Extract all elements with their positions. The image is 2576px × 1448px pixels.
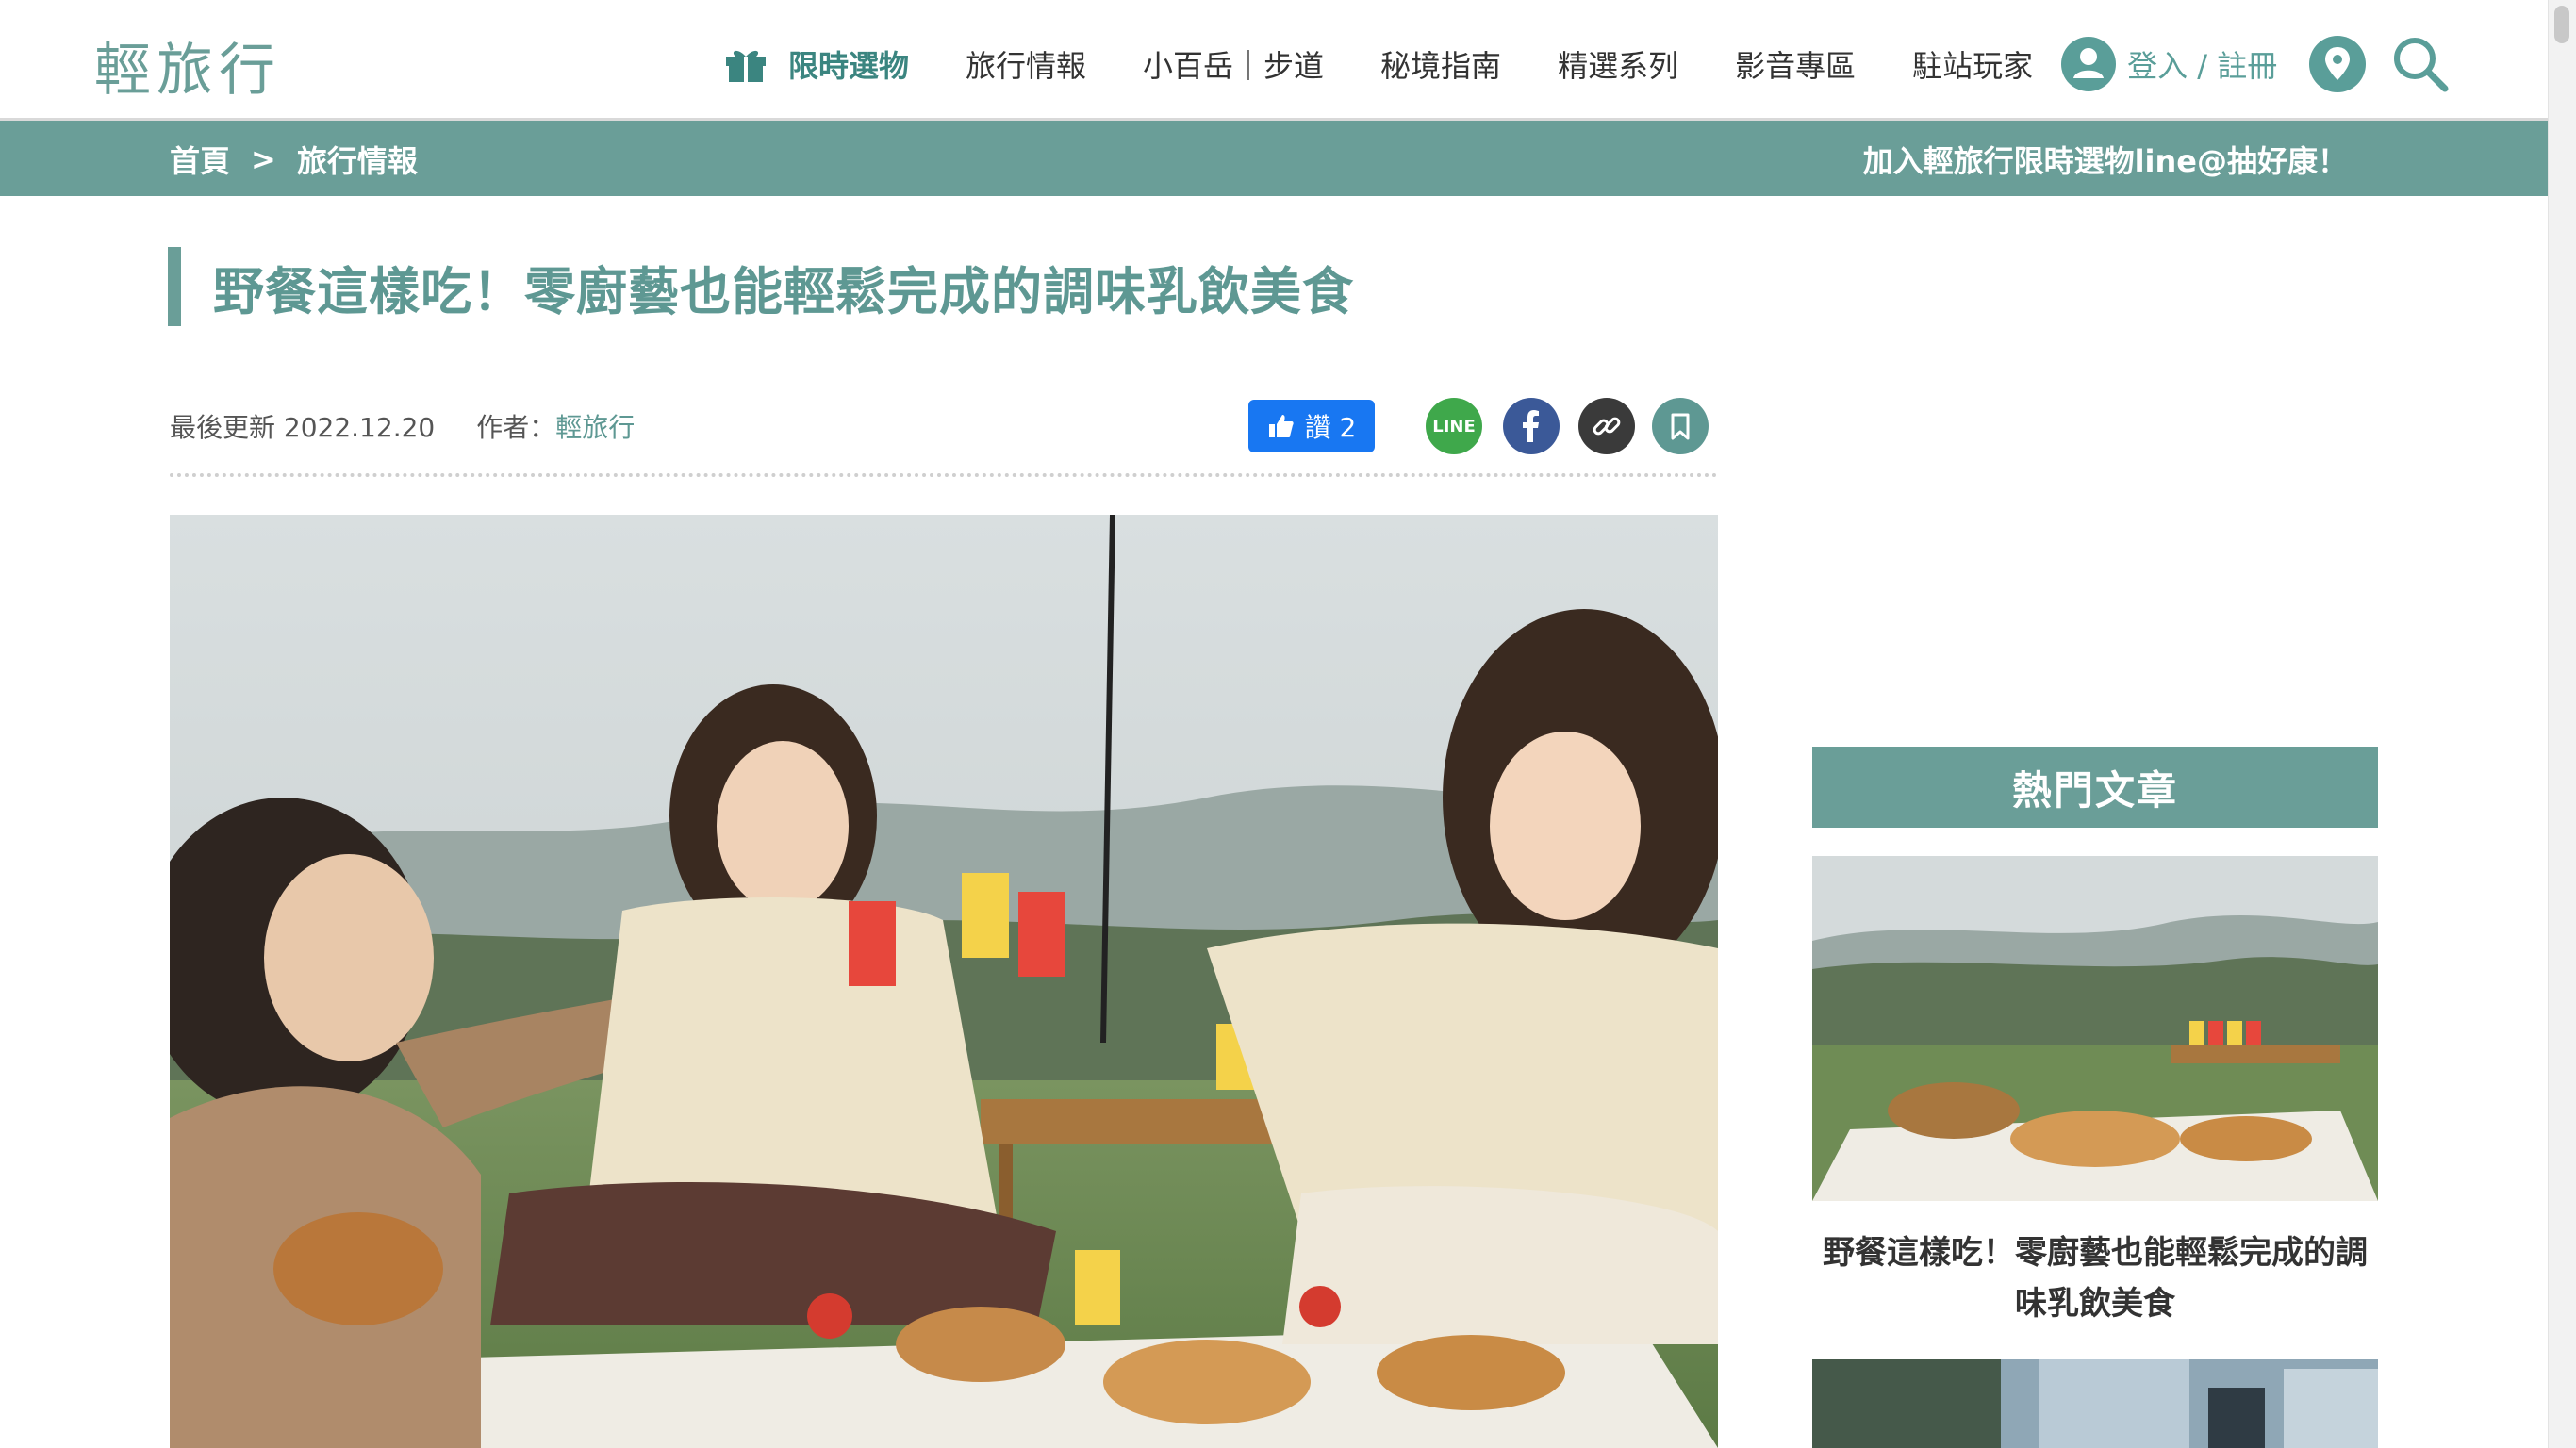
nav-item-travel-info[interactable]: 旅行情報 bbox=[966, 42, 1086, 86]
nav-item-hiking-trails[interactable]: 小百岳｜步道 bbox=[1143, 42, 1324, 86]
title-accent-bar bbox=[168, 247, 181, 326]
nav-item-secret-spots[interactable]: 秘境指南 bbox=[1380, 42, 1501, 86]
article-hero-image bbox=[170, 515, 1718, 1448]
article-title: 野餐這樣吃！零廚藝也能輕鬆完成的調味乳飲美食 bbox=[213, 261, 1354, 321]
nav-item-videos[interactable]: 影音專區 bbox=[1735, 42, 1856, 86]
share-line-button[interactable]: LINE bbox=[1426, 398, 1482, 454]
facebook-like-button[interactable]: 讚 2 bbox=[1248, 400, 1375, 452]
user-icon bbox=[2061, 37, 2117, 91]
search-icon[interactable] bbox=[2390, 34, 2451, 94]
author-prefix: 作者： bbox=[476, 412, 556, 443]
nav-label: 駐站玩家 bbox=[1912, 48, 2034, 84]
copy-link-button[interactable] bbox=[1578, 398, 1635, 454]
bookmark-button[interactable] bbox=[1652, 398, 1709, 454]
author-link[interactable]: 輕旅行 bbox=[555, 407, 635, 445]
nav-item-featured-series[interactable]: 精選系列 bbox=[1558, 42, 1678, 86]
like-label: 讚 2 bbox=[1304, 412, 1357, 443]
last-updated: 最後更新 2022.12.20 bbox=[170, 412, 436, 443]
popular-article-thumbnail-2[interactable] bbox=[1812, 1359, 2378, 1448]
nav-label: 秘境指南 bbox=[1380, 48, 1502, 84]
breadcrumb-travel-info[interactable]: 旅行情報 bbox=[297, 138, 418, 181]
nav-label: 影音專區 bbox=[1735, 48, 1857, 84]
share-facebook-button[interactable] bbox=[1503, 398, 1560, 454]
site-logo[interactable]: 輕旅行 bbox=[94, 25, 281, 107]
facebook-icon bbox=[1523, 410, 1539, 442]
scrollbar-thumb[interactable] bbox=[2554, 6, 2569, 43]
line-promo-link[interactable]: 加入輕旅行限時選物line@抽好康！ bbox=[1863, 138, 2348, 181]
site-header: 輕旅行 限時選物 旅行情報 小百岳｜步道 秘境指南 精選系列 影音專區 駐站玩家 bbox=[0, 0, 2548, 121]
page: 輕旅行 限時選物 旅行情報 小百岳｜步道 秘境指南 精選系列 影音專區 駐站玩家 bbox=[0, 0, 2576, 1448]
nav-label: 旅行情報 bbox=[966, 48, 1087, 84]
breadcrumb-separator: > bbox=[251, 141, 276, 177]
nav-label: 限時選物 bbox=[788, 48, 910, 84]
login-register-link[interactable]: 登入 / 註冊 bbox=[2061, 37, 2277, 91]
bookmark-icon bbox=[1671, 413, 1690, 440]
map-pin-icon[interactable] bbox=[2309, 36, 2367, 92]
gift-icon bbox=[726, 50, 766, 82]
line-icon: LINE bbox=[1432, 416, 1476, 436]
link-icon bbox=[1593, 417, 1621, 436]
article-meta: 最後更新 2022.12.20 作者： 輕旅行 bbox=[170, 407, 635, 445]
breadcrumb-home[interactable]: 首頁 bbox=[170, 138, 230, 181]
login-label: 登入 / 註冊 bbox=[2127, 48, 2278, 84]
breadcrumb: 首頁 > 旅行情報 bbox=[170, 138, 418, 181]
popular-articles-header: 熱門文章 bbox=[1812, 747, 2378, 828]
breadcrumb-bar: 首頁 > 旅行情報 加入輕旅行限時選物line@抽好康！ bbox=[0, 121, 2548, 196]
nav-item-contributors[interactable]: 駐站玩家 bbox=[1912, 42, 2033, 86]
nav-item-limited-picks[interactable]: 限時選物 bbox=[724, 42, 909, 86]
nav-label: 精選系列 bbox=[1558, 48, 1679, 84]
nav-label: 小百岳｜步道 bbox=[1143, 48, 1325, 84]
popular-article-thumbnail[interactable] bbox=[1812, 856, 2378, 1201]
main-nav: 限時選物 旅行情報 小百岳｜步道 秘境指南 精選系列 影音專區 駐站玩家 登入 … bbox=[724, 34, 2451, 94]
page-scrollbar[interactable] bbox=[2548, 0, 2576, 1448]
meta-divider bbox=[170, 473, 1718, 477]
thumbs-up-icon bbox=[1268, 415, 1294, 437]
article-title-block: 野餐這樣吃！零廚藝也能輕鬆完成的調味乳飲美食 bbox=[168, 247, 1354, 326]
popular-article-title[interactable]: 野餐這樣吃！零廚藝也能輕鬆完成的調味乳飲美食 bbox=[1812, 1227, 2378, 1329]
